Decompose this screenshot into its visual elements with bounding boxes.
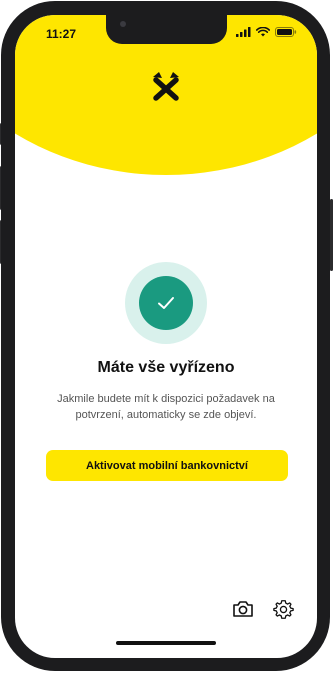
volume-down-button [0, 220, 1, 264]
screen: 11:27 Máte vše vyřízeno Jakmile budete m… [15, 15, 317, 658]
camera-button[interactable] [231, 597, 255, 621]
page-title: Máte vše vyřízeno [97, 359, 235, 376]
check-icon [158, 297, 174, 309]
battery-icon [275, 27, 297, 37]
camera-icon [233, 601, 253, 617]
home-indicator[interactable] [116, 641, 216, 645]
phone-frame: 11:27 Máte vše vyřízeno Jakmile budete m… [0, 1, 333, 671]
status-time: 11:27 [46, 27, 77, 41]
cellular-signal-icon [236, 27, 251, 37]
silent-switch [0, 123, 1, 145]
bottom-toolbar [231, 597, 295, 621]
notch [106, 15, 227, 44]
description-text: Jakmile budete mít k dispozici požadavek… [57, 393, 275, 421]
front-camera [120, 21, 126, 27]
volume-up-button [0, 166, 1, 210]
activate-mobile-banking-button[interactable]: Aktivovat mobilní bankovnictví [46, 450, 288, 481]
wifi-icon [256, 27, 270, 37]
settings-button[interactable] [271, 597, 295, 621]
status-icons [236, 27, 297, 37]
success-indicator [125, 262, 207, 344]
gear-icon [272, 599, 294, 619]
raiffeisen-logo-icon [153, 72, 179, 101]
